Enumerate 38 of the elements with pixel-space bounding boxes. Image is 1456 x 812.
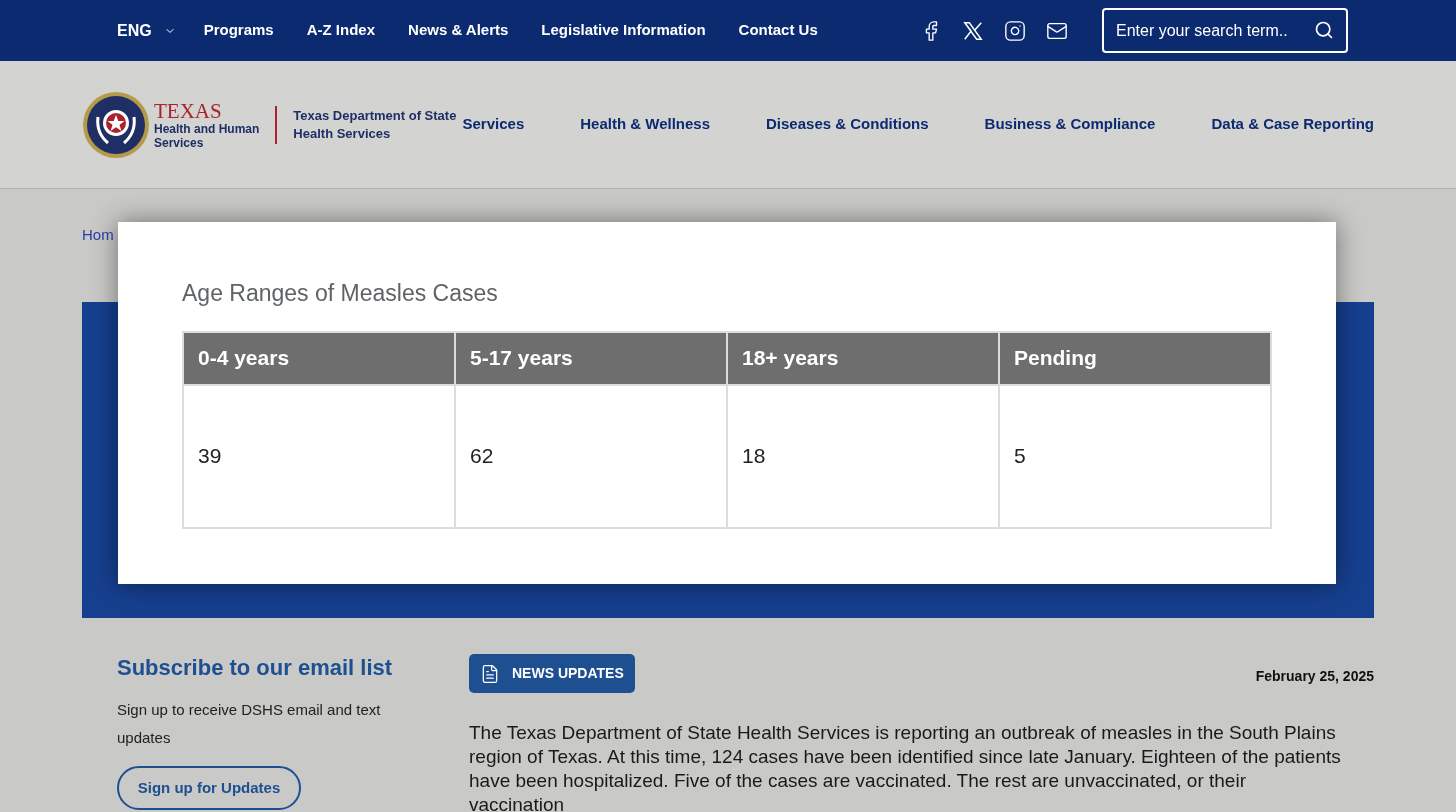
news-updates-badge: NEWS UPDATES <box>469 654 635 693</box>
top-nav-link[interactable]: Legislative Information <box>541 19 706 42</box>
agency-name: Texas Department of State <box>293 106 457 125</box>
subscribe-text: Sign up to receive DSHS email and text updates <box>117 700 382 748</box>
table-header-cell: 5-17 years <box>455 331 727 385</box>
table-cell: 62 <box>455 384 727 528</box>
news-paragraph: The Texas Department of State Health Services is reporting an outbreak of measles in the South Plains region of Texas. At this time, 124 cases have been identified since late January. Eighteen of the patients have been hospitalized. Five of the cases are vaccinated. The rest are unvaccinated, or their vaccination <box>469 721 1342 812</box>
top-nav-link[interactable]: A-Z Index <box>306 19 376 42</box>
subscribe-heading: Subscribe to our email list <box>117 654 394 682</box>
main-nav-link[interactable]: Health & Wellness <box>580 113 710 136</box>
main-nav-link[interactable]: Business & Compliance <box>984 113 1156 136</box>
instagram-icon[interactable] <box>1004 19 1026 42</box>
search-icon[interactable] <box>1314 20 1334 40</box>
main-nav-link[interactable]: Services <box>462 113 525 136</box>
language-selector[interactable]: ENG <box>117 18 176 43</box>
top-nav-link[interactable]: News & Alerts <box>408 19 509 42</box>
state-seal-icon <box>82 90 150 159</box>
main-nav-link[interactable]: Diseases & Conditions <box>766 113 929 136</box>
table-cell: 39 <box>183 384 455 528</box>
signup-button[interactable]: Sign up for Updates <box>117 766 301 810</box>
logo-subtitle: Services <box>154 135 205 150</box>
search-field[interactable]: Enter your search term.. <box>1102 8 1348 53</box>
main-nav-link[interactable]: Data & Case Reporting <box>1211 113 1374 136</box>
agency-name: Health Services <box>293 124 392 143</box>
logo-title: TEXAS <box>154 99 223 122</box>
logo-subtitle: Health and Human <box>154 121 260 136</box>
breadcrumb-link[interactable]: Hom <box>82 226 114 243</box>
news-date: February 25, 2025 <box>1255 667 1374 686</box>
table-header-cell: 0-4 years <box>183 331 455 385</box>
top-nav-link[interactable]: Programs <box>203 19 274 42</box>
x-logo-icon[interactable] <box>962 19 984 42</box>
table-cell: 5 <box>999 384 1271 528</box>
document-icon <box>480 663 500 684</box>
popup-title: Age Ranges of Measles Cases <box>182 279 499 308</box>
top-nav-link[interactable]: Contact Us <box>738 19 818 42</box>
table-header-cell: 18+ years <box>727 331 999 385</box>
table-header-cell: Pending <box>999 331 1271 385</box>
table-cell: 18 <box>727 384 999 528</box>
